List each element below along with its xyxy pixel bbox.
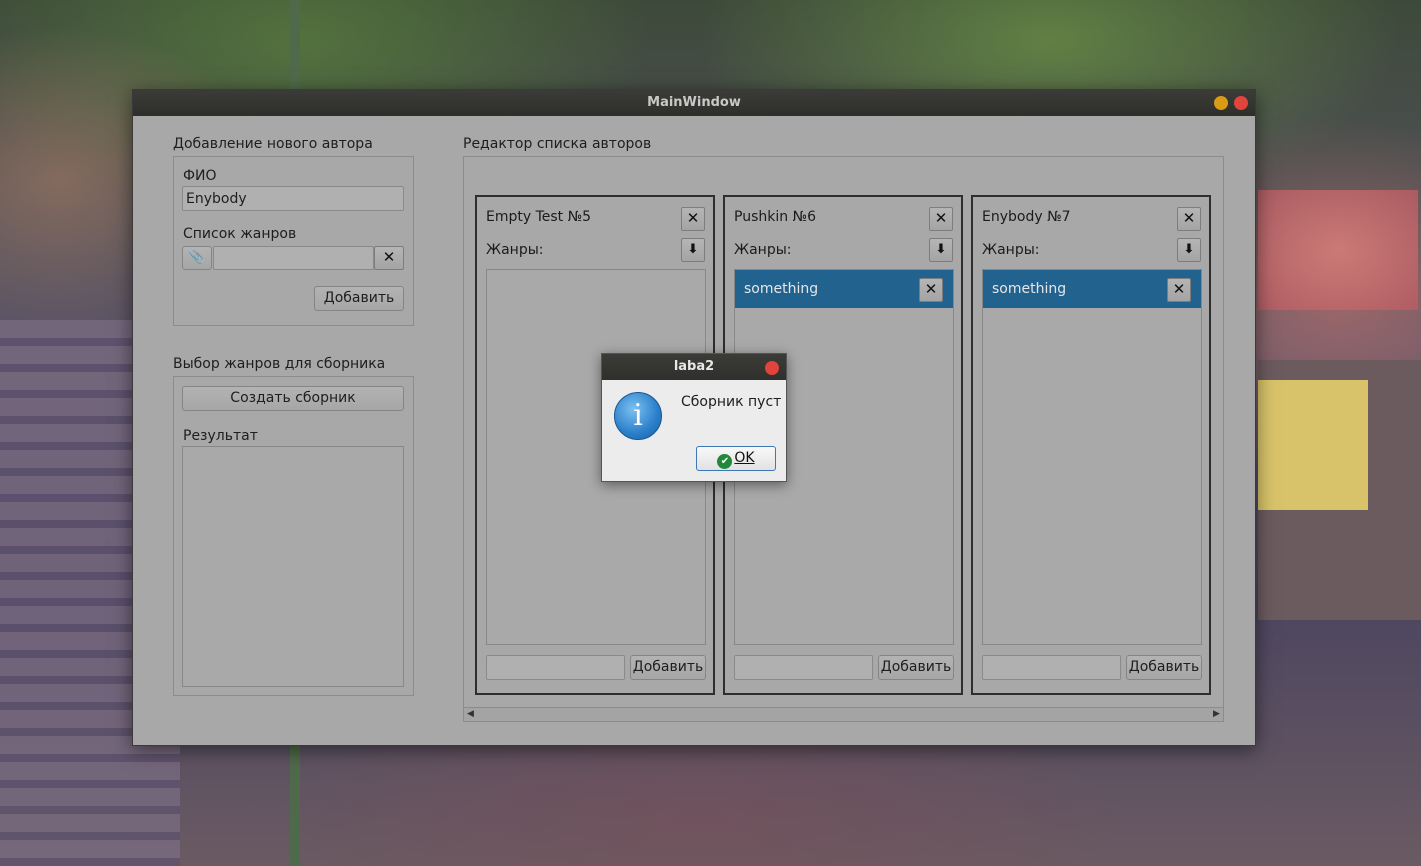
minimize-button[interactable] bbox=[1214, 96, 1228, 110]
close-icon: ✕ bbox=[382, 248, 396, 266]
window-close-button[interactable] bbox=[1234, 96, 1248, 110]
wallpaper-sign bbox=[1258, 190, 1418, 310]
genre-input[interactable] bbox=[213, 246, 374, 270]
arrow-down-icon: ⬇ bbox=[1183, 242, 1195, 257]
delete-author-button[interactable]: ✕ bbox=[681, 207, 705, 231]
result-label: Результат bbox=[183, 428, 258, 444]
check-icon: ✔ bbox=[717, 454, 733, 469]
new-genre-input[interactable] bbox=[486, 655, 625, 680]
delete-author-button[interactable]: ✕ bbox=[929, 207, 953, 231]
close-icon: ✕ bbox=[1182, 209, 1196, 227]
arrow-down-icon: ⬇ bbox=[935, 242, 947, 257]
result-text-area[interactable] bbox=[182, 446, 404, 687]
add-genre-button[interactable]: Добавить bbox=[1126, 655, 1202, 680]
message-dialog: laba2 i Сборник пуст ✔ OK bbox=[601, 353, 787, 482]
close-icon: ✕ bbox=[686, 209, 700, 227]
add-author-title: Добавление нового автора bbox=[173, 136, 373, 152]
wallpaper-banner bbox=[1258, 380, 1368, 510]
add-genre-button[interactable]: Добавить bbox=[630, 655, 706, 680]
collection-title: Выбор жанров для сборника bbox=[173, 356, 386, 372]
arrow-down-icon: ⬇ bbox=[687, 242, 699, 257]
remove-genre-button[interactable]: ✕ bbox=[919, 278, 943, 302]
remove-genre-button[interactable]: ✕ bbox=[1167, 278, 1191, 302]
close-icon: ✕ bbox=[924, 280, 938, 298]
genres-list-label: Список жанров bbox=[183, 226, 297, 242]
dialog-close-button[interactable] bbox=[765, 361, 779, 375]
window-title: MainWindow bbox=[647, 95, 741, 110]
genre-item-selected[interactable]: something ✕ bbox=[983, 270, 1201, 308]
paperclip-icon: 📎 bbox=[188, 250, 206, 265]
genre-name: something bbox=[992, 281, 1067, 297]
dialog-titlebar[interactable]: laba2 bbox=[602, 354, 786, 380]
expand-genres-button[interactable]: ⬇ bbox=[681, 238, 705, 262]
editor-horizontal-scrollbar[interactable]: ◀ ▶ bbox=[463, 707, 1224, 722]
dialog-title: laba2 bbox=[673, 359, 715, 374]
editor-title: Редактор списка авторов bbox=[463, 136, 652, 152]
ok-button-label: OK bbox=[734, 450, 755, 466]
clear-genre-button[interactable]: ✕ bbox=[374, 246, 404, 270]
attach-button[interactable]: 📎 bbox=[182, 246, 212, 270]
create-collection-button[interactable]: Создать сборник bbox=[182, 386, 404, 411]
author-name: Enybody №7 bbox=[982, 209, 1071, 225]
window-titlebar[interactable]: MainWindow bbox=[133, 90, 1255, 116]
dialog-message: Сборник пуст bbox=[681, 394, 782, 410]
expand-genres-button[interactable]: ⬇ bbox=[929, 238, 953, 262]
author-name: Empty Test №5 bbox=[486, 209, 592, 225]
information-icon: i bbox=[614, 392, 662, 440]
scroll-left-icon[interactable]: ◀ bbox=[464, 708, 477, 721]
new-genre-input[interactable] bbox=[982, 655, 1121, 680]
fio-label: ФИО bbox=[183, 168, 217, 184]
author-name: Pushkin №6 bbox=[734, 209, 817, 225]
genre-list[interactable]: something ✕ bbox=[982, 269, 1202, 645]
expand-genres-button[interactable]: ⬇ bbox=[1177, 238, 1201, 262]
genres-label: Жанры: bbox=[982, 242, 1040, 258]
close-icon: ✕ bbox=[934, 209, 948, 227]
genre-item-selected[interactable]: something ✕ bbox=[735, 270, 953, 308]
fio-input[interactable] bbox=[182, 186, 404, 211]
genres-label: Жанры: bbox=[486, 242, 544, 258]
add-author-button[interactable]: Добавить bbox=[314, 286, 404, 311]
genre-name: something bbox=[744, 281, 819, 297]
add-genre-button[interactable]: Добавить bbox=[878, 655, 954, 680]
genres-label: Жанры: bbox=[734, 242, 792, 258]
delete-author-button[interactable]: ✕ bbox=[1177, 207, 1201, 231]
scroll-right-icon[interactable]: ▶ bbox=[1210, 708, 1223, 721]
author-card: Enybody №7 ✕ Жанры: ⬇ something ✕ Добави… bbox=[971, 195, 1211, 695]
ok-button[interactable]: ✔ OK bbox=[696, 446, 776, 471]
close-icon: ✕ bbox=[1172, 280, 1186, 298]
new-genre-input[interactable] bbox=[734, 655, 873, 680]
